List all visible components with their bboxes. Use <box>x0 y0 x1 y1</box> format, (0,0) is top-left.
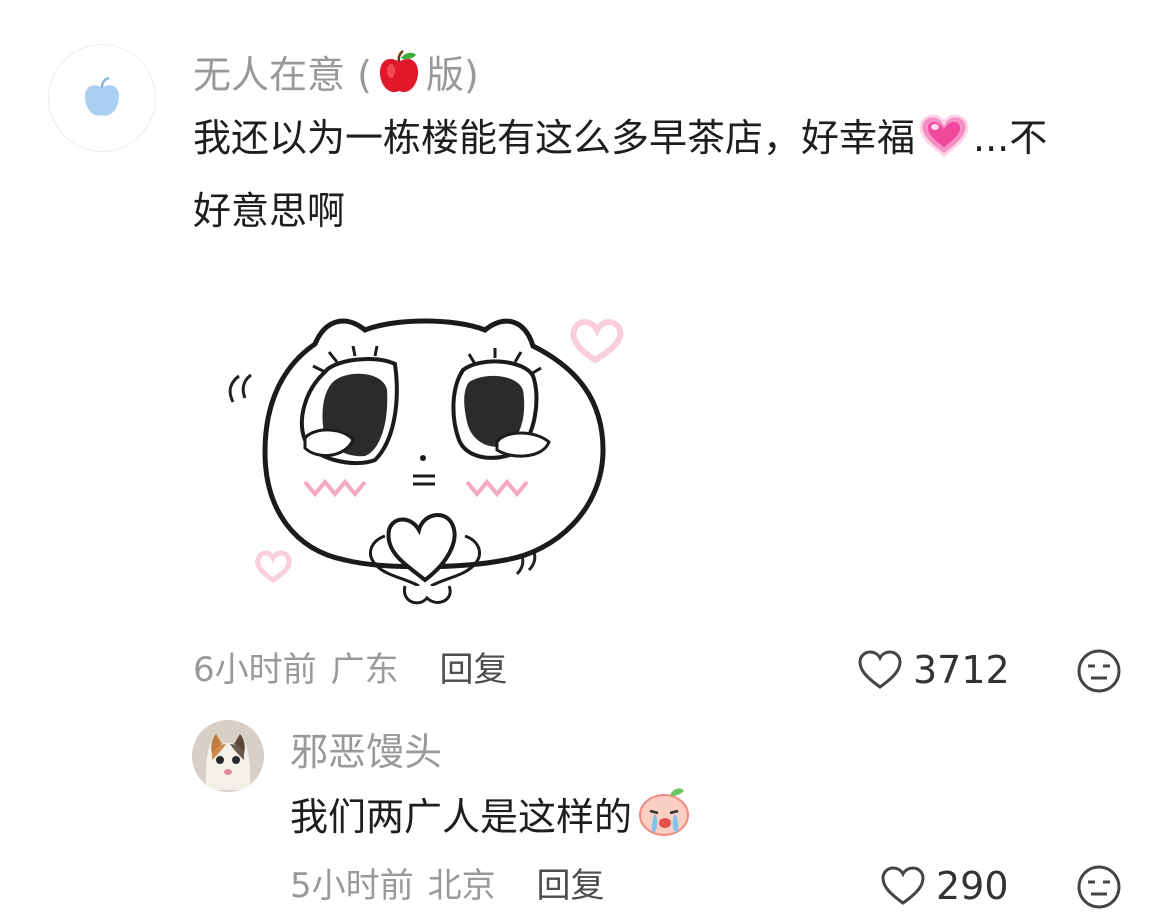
like-count: 3712 <box>913 648 1010 692</box>
cat-heart-sticker-icon <box>228 318 624 605</box>
reply-username[interactable]: 邪恶馒头 <box>290 728 442 776</box>
comment-time: 6小时前 <box>193 650 317 690</box>
heart-outline-icon <box>881 866 925 905</box>
heart-outline-icon <box>858 650 902 689</box>
reply-reply-button[interactable]: 回复 <box>536 866 604 906</box>
crying-face-emoji-icon <box>636 785 692 857</box>
username-text: 无人在意 <box>193 53 346 97</box>
apple-emoji-icon <box>376 49 422 106</box>
reply-text[interactable]: 我们两广人是这样的 <box>290 784 696 857</box>
comment-text[interactable]: 我还以为一栋楼能有这么多早茶店，好幸福 ...不 好意思啊 <box>193 105 1123 244</box>
dislike-button[interactable] <box>1076 648 1122 694</box>
cat-sticker[interactable] <box>205 290 645 630</box>
neutral-face-icon <box>1077 649 1121 693</box>
reply-dislike-button[interactable] <box>1076 864 1122 910</box>
reply-like-button[interactable]: 290 <box>880 864 1009 908</box>
cat-photo-icon <box>192 720 264 792</box>
reply-user-avatar[interactable] <box>192 720 264 792</box>
like-button[interactable]: 3712 <box>857 648 1010 692</box>
comment-meta: 6小时前 广东 回复 <box>193 648 507 692</box>
reply-like-count: 290 <box>936 864 1009 908</box>
reply-time: 5小时前 <box>290 866 414 906</box>
comment-username[interactable]: 无人在意 ( 版) <box>193 49 479 106</box>
blue-apple-icon <box>84 76 120 116</box>
neutral-face-icon <box>1077 865 1121 909</box>
reply-meta: 5小时前 北京 回复 <box>290 864 604 908</box>
reply-button[interactable]: 回复 <box>439 650 507 690</box>
user-avatar[interactable] <box>48 44 156 152</box>
comment-location: 广东 <box>330 650 399 690</box>
pink-heart-icon <box>919 112 969 178</box>
reply-location: 北京 <box>427 866 496 906</box>
